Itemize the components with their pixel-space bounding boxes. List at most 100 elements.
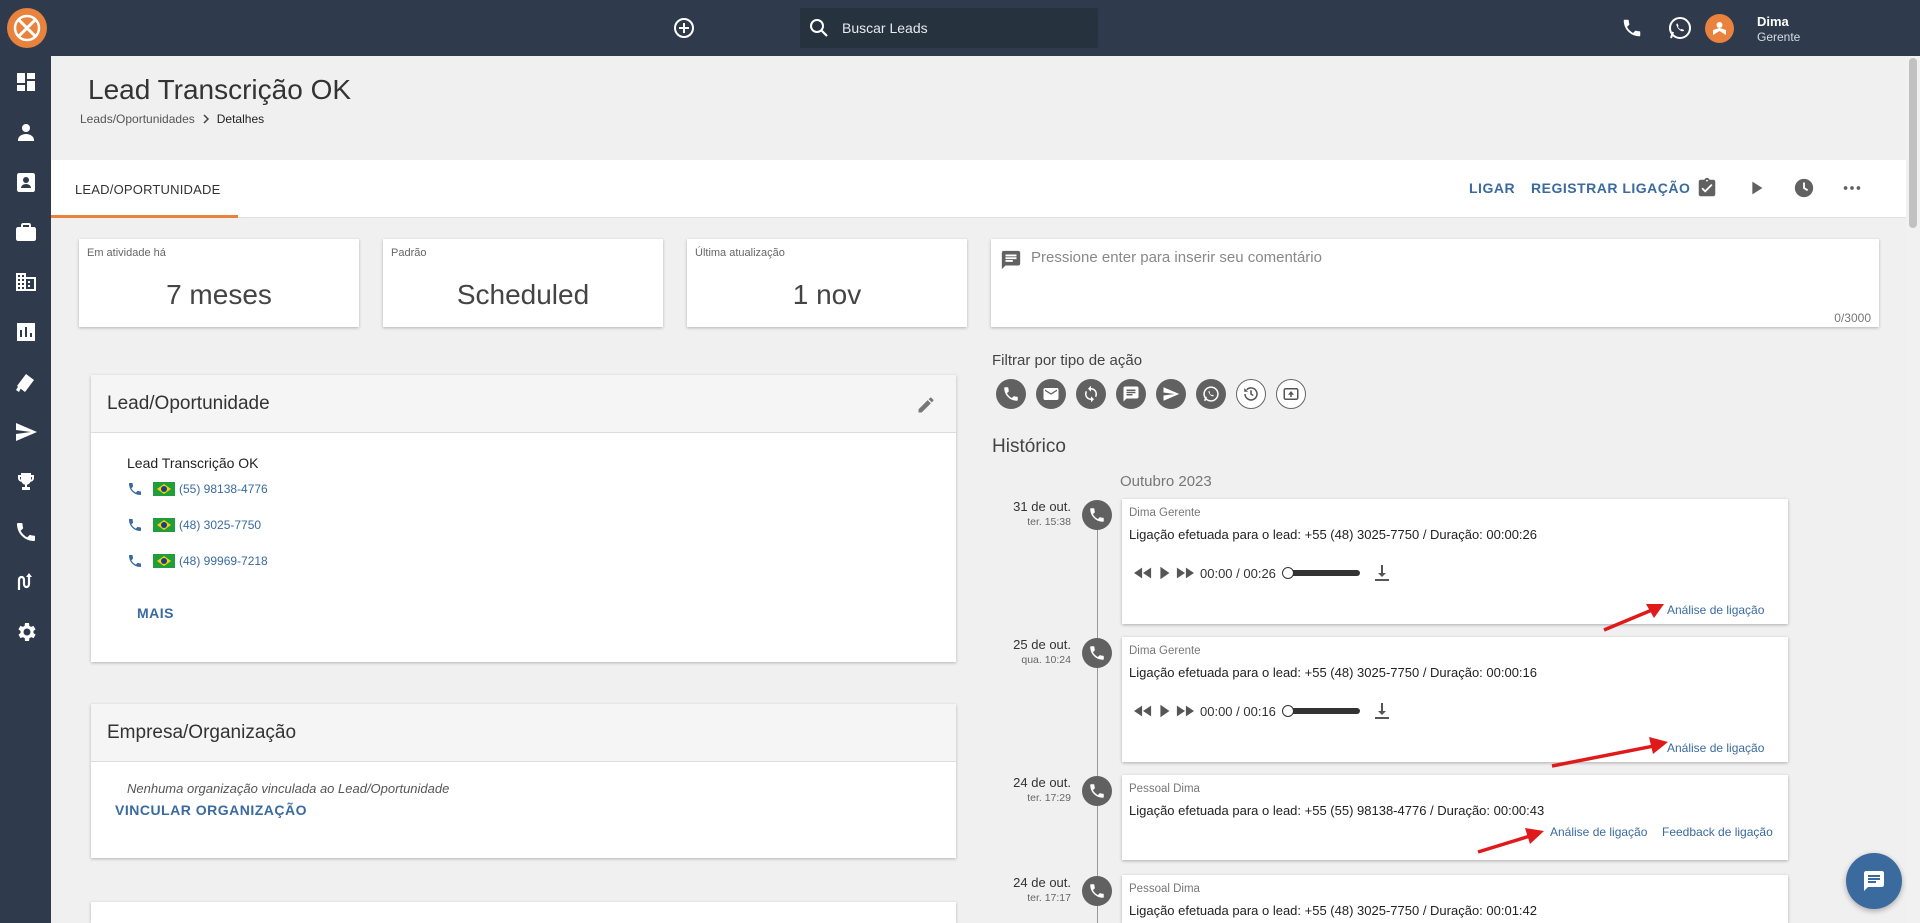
comment-char-counter: 0/3000 — [1834, 311, 1871, 325]
fast-forward-icon[interactable] — [1174, 702, 1196, 720]
stat-value: 7 meses — [166, 279, 272, 310]
analise-ligacao-link[interactable]: Análise de ligação — [1667, 603, 1764, 617]
history-card: Pessoal Dima Ligação efetuada para o lea… — [1122, 775, 1788, 860]
filter-send-icon[interactable] — [1156, 379, 1186, 409]
user-name[interactable]: Dima — [1757, 14, 1789, 29]
send-icon[interactable] — [14, 420, 38, 444]
audio-progress-knob[interactable] — [1281, 567, 1294, 579]
history-time: ter. 17:17 — [1027, 892, 1071, 904]
breadcrumb: Leads/Oportunidades Detalhes — [80, 112, 264, 126]
clock-icon[interactable] — [1793, 177, 1815, 199]
phone-icon[interactable] — [127, 481, 143, 497]
history-text: Ligação efetuada para o lead: +55 (48) 3… — [1129, 903, 1538, 918]
vincular-organizacao-button[interactable]: VINCULAR ORGANIZAÇÃO — [115, 802, 307, 818]
edit-pencil-icon[interactable] — [916, 395, 936, 415]
tickets-icon[interactable] — [14, 370, 38, 394]
history-date: 25 de out. — [1013, 637, 1071, 652]
search-input[interactable] — [842, 8, 1092, 48]
stat-card-padrao: Padrão Scheduled — [383, 239, 663, 327]
phone-link[interactable]: (48) 3025-7750 — [179, 518, 261, 532]
filter-label: Filtrar por tipo de ação — [992, 352, 1143, 369]
filter-phone-icon[interactable] — [996, 379, 1026, 409]
play-icon[interactable] — [1154, 564, 1174, 582]
rewind-icon[interactable] — [1132, 564, 1154, 582]
user-icon — [1713, 22, 1726, 35]
phone-icon[interactable] — [1621, 17, 1643, 39]
person-icon[interactable] — [14, 120, 38, 144]
history-date: 24 de out. — [1013, 875, 1071, 890]
history-title: Histórico — [992, 436, 1066, 457]
rewind-icon[interactable] — [1132, 702, 1154, 720]
analise-ligacao-link[interactable]: Análise de ligação — [1550, 825, 1647, 839]
whatsapp-icon[interactable] — [1667, 15, 1693, 41]
history-time: ter. 17:29 — [1027, 792, 1071, 804]
phone-link[interactable]: (48) 99969-7218 — [179, 554, 268, 568]
trophy-icon[interactable] — [14, 470, 38, 494]
briefcase-icon[interactable] — [14, 220, 38, 244]
stat-card-atualizacao: Última atualização 1 nov — [687, 239, 967, 327]
dashboard-icon[interactable] — [14, 70, 38, 94]
more-horizontal-icon[interactable] — [1841, 177, 1863, 199]
top-bar: Dima Gerente — [0, 0, 1920, 56]
avatar[interactable] — [1705, 14, 1734, 43]
phone-icon[interactable] — [127, 517, 143, 533]
filter-sync-icon[interactable] — [1076, 379, 1106, 409]
filter-comment-icon[interactable] — [1116, 379, 1146, 409]
play-icon[interactable] — [1154, 702, 1174, 720]
comment-box[interactable]: Pressione enter para inserir seu comentá… — [991, 239, 1879, 327]
sidebar — [0, 56, 51, 923]
analise-ligacao-link[interactable]: Análise de ligação — [1667, 741, 1764, 755]
history-time: qua. 10:24 — [1021, 654, 1071, 666]
audio-progress-track[interactable] — [1281, 705, 1360, 717]
history-card: Dima Gerente Ligação efetuada para o lea… — [1122, 499, 1788, 624]
fast-forward-icon[interactable] — [1174, 564, 1196, 582]
contact-card-icon[interactable] — [14, 170, 38, 194]
brazil-flag-icon — [153, 518, 175, 532]
phone-row[interactable]: (48) 3025-7750 — [127, 515, 261, 535]
empresa-panel: Empresa/Organização Nenhuma organização … — [91, 704, 956, 858]
scrollbar-thumb[interactable] — [1909, 58, 1917, 228]
lead-panel-title: Lead/Oportunidade — [107, 393, 270, 414]
mais-button[interactable]: MAIS — [137, 605, 174, 621]
phone-nav-icon[interactable] — [14, 520, 38, 544]
stat-label: Em atividade há — [87, 247, 166, 259]
audio-progress-knob[interactable] — [1281, 705, 1294, 717]
registrar-ligacao-button[interactable]: REGISTRAR LIGAÇÃO — [1531, 180, 1690, 196]
history-card: Pessoal Dima Ligação efetuada para o lea… — [1122, 875, 1788, 923]
stat-label: Padrão — [391, 247, 427, 259]
comment-input[interactable]: Pressione enter para inserir seu comentá… — [1031, 249, 1322, 266]
download-icon[interactable] — [1374, 564, 1390, 582]
page-scrollbar[interactable] — [1906, 56, 1920, 923]
history-author: Pessoal Dima — [1129, 783, 1200, 795]
audio-progress-track[interactable] — [1281, 567, 1360, 579]
timeline-line — [1097, 512, 1098, 923]
audio-player: 00:00 / 00:26 — [1132, 561, 1432, 585]
breadcrumb-leads-link[interactable]: Leads/Oportunidades — [80, 112, 195, 126]
clipboard-check-icon[interactable] — [1696, 177, 1718, 199]
chat-fab-button[interactable] — [1846, 853, 1902, 909]
bar-chart-icon[interactable] — [14, 320, 38, 344]
settings-icon[interactable] — [14, 620, 38, 644]
filter-email-icon[interactable] — [1036, 379, 1066, 409]
phone-row[interactable]: (48) 99969-7218 — [127, 551, 268, 571]
ligar-button[interactable]: LIGAR — [1469, 180, 1515, 196]
tab-lead-oportunidade[interactable]: LEAD/OPORTUNIDADE — [75, 182, 220, 197]
download-icon[interactable] — [1374, 702, 1390, 720]
add-circle-icon[interactable] — [673, 17, 695, 39]
play-icon[interactable] — [1745, 177, 1767, 199]
app-logo[interactable] — [7, 8, 47, 48]
phone-row[interactable]: (55) 98138-4776 — [127, 479, 268, 499]
timeline-phone-icon — [1082, 776, 1112, 806]
active-tab-indicator — [51, 215, 238, 218]
filter-whatsapp-icon[interactable] — [1196, 379, 1226, 409]
filter-history-icon[interactable] — [1236, 379, 1266, 409]
filter-upload-icon[interactable] — [1276, 379, 1306, 409]
phone-icon[interactable] — [127, 553, 143, 569]
history-text: Ligação efetuada para o lead: +55 (48) 3… — [1129, 665, 1538, 680]
building-icon[interactable] — [14, 270, 38, 294]
feedback-ligacao-link[interactable]: Feedback de ligação — [1662, 825, 1773, 839]
phone-link[interactable]: (55) 98138-4776 — [179, 482, 268, 496]
route-icon[interactable] — [14, 570, 38, 594]
history-author: Dima Gerente — [1129, 645, 1201, 657]
chevron-right-icon — [201, 114, 211, 124]
